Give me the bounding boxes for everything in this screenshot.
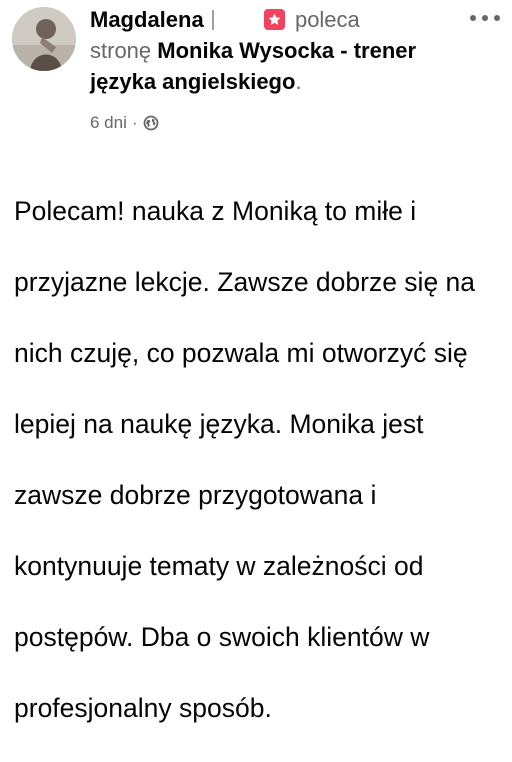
page-suffix: . <box>295 69 302 94</box>
body-line: przyjazne lekcje. Zawsze dobrze się na <box>14 266 476 297</box>
meta-separator: · <box>131 113 138 132</box>
avatar[interactable] <box>12 7 76 71</box>
post-meta: 6 dni · <box>90 113 159 133</box>
profile-photo-icon <box>12 7 76 71</box>
post-timestamp[interactable]: 6 dni <box>90 113 127 133</box>
recommend-text: poleca <box>294 7 360 32</box>
recommendation-post: Magdalena poleca stronę Monika Wysocka -… <box>0 0 512 723</box>
more-dot <box>482 15 488 21</box>
body-line: Polecam! nauka z Moniką to miłe i <box>14 195 417 226</box>
redacted-name <box>211 10 262 30</box>
body-line: profesjonalny sposób. <box>14 692 272 723</box>
globe-icon[interactable] <box>143 115 159 131</box>
body-line: lepiej na naukę języka. Monika jest <box>14 408 424 439</box>
author-name[interactable]: Magdalena <box>90 7 204 32</box>
more-dot <box>494 15 500 21</box>
recommendation-star-icon <box>263 9 285 30</box>
body-line: postępów. Dba o swoich klientów w <box>14 621 430 652</box>
recommend-prefix: stronę <box>90 38 152 63</box>
body-line: kontynuuje tematy w zależności od <box>14 550 424 581</box>
post-body: Polecam! nauka z Moniką to miłe i przyja… <box>14 158 504 762</box>
more-dot <box>470 15 476 21</box>
more-options-icon[interactable] <box>470 8 500 28</box>
post-header: Magdalena poleca stronę Monika Wysocka -… <box>90 4 460 97</box>
body-line: zawsze dobrze przygotowana i <box>14 479 377 510</box>
body-line: nich czuję, co pozwala mi otworzyć się <box>14 337 468 368</box>
